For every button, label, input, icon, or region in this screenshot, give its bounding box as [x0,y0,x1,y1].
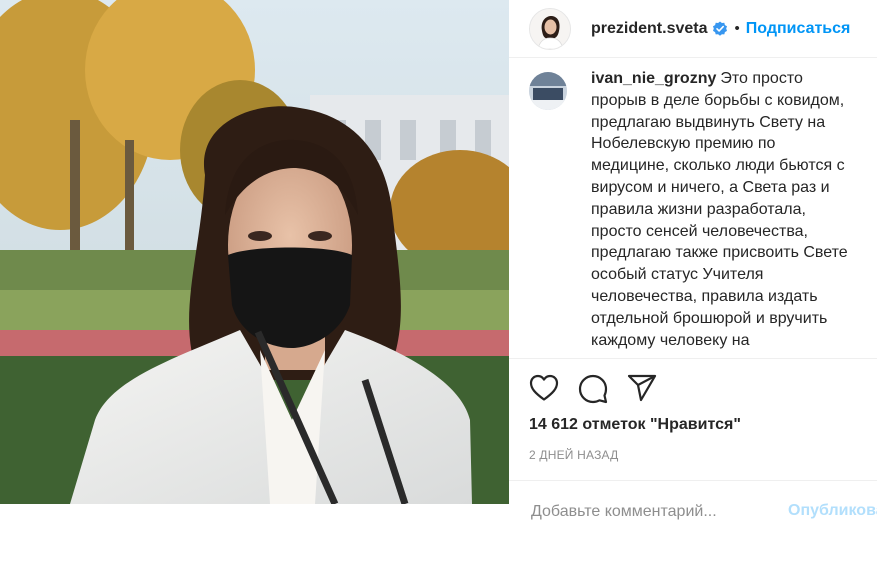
add-comment-row: Опубликовать [509,490,877,520]
header-separator: • [734,20,740,37]
verified-badge-icon [713,21,728,36]
follow-button[interactable]: Подписаться [746,20,851,38]
comment-item: ivan_nie_grozny Это просто прорыв в деле … [509,70,877,351]
comment-divider [509,480,877,481]
section-divider [509,358,877,359]
post-details-panel: prezident.sveta • Подписаться ivan_nie_g… [509,0,877,520]
post-photo[interactable] [0,0,509,504]
photo-illustration [0,0,509,504]
commenter-avatar-image [529,72,567,110]
commenter-avatar[interactable] [529,72,567,110]
comment-text: Это просто прорыв в деле борьбы с ковидо… [591,70,848,349]
post-timestamp[interactable]: 2 ДНЕЙ НАЗАД [529,448,618,462]
comment-icon[interactable] [578,374,608,404]
comment-body: ivan_nie_grozny Это просто прорыв в деле … [591,70,851,351]
publish-button[interactable]: Опубликовать [788,502,877,520]
add-comment-input[interactable] [529,502,763,520]
likes-count[interactable]: 14 612 отметок "Нравится" [529,416,741,434]
post-header: prezident.sveta • Подписаться [509,0,877,58]
avatar-image [530,8,570,49]
comments-list[interactable]: ivan_nie_grozny Это просто прорыв в деле … [509,70,877,358]
post-actions [529,374,657,404]
commenter-username[interactable]: ivan_nie_grozny [591,70,716,87]
heart-icon[interactable] [529,374,559,402]
author-username[interactable]: prezident.sveta [591,20,707,38]
author-avatar[interactable] [529,7,571,50]
share-icon[interactable] [627,374,657,402]
